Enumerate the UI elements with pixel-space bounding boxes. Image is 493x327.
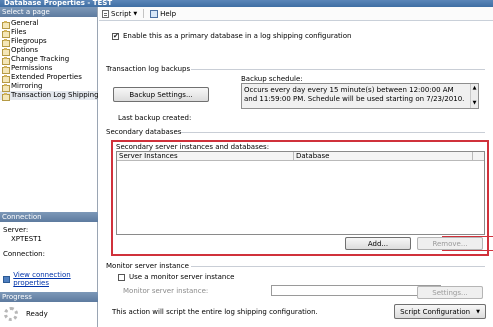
sidebar-item-transaction-log-shipping[interactable]: Transaction Log Shipping (0, 91, 99, 101)
remove-label: Remove... (432, 239, 468, 248)
sidebar-item-label: Files (11, 28, 27, 36)
sidebar-item-label: Transaction Log Shipping (11, 91, 99, 99)
monitor-field-label: Monitor server instance: (123, 287, 209, 295)
sidebar-item-change-tracking[interactable]: Change Tracking (0, 55, 97, 65)
scroll-down-icon[interactable]: ▼ (473, 99, 477, 108)
connection-properties-icon (3, 275, 11, 283)
page-icon (2, 38, 10, 47)
chevron-down-icon: ▼ (476, 308, 480, 315)
page-icon (2, 56, 10, 65)
column-header-database[interactable]: Database (294, 152, 473, 160)
backup-schedule-box: Occurs every day every 15 minute(s) betw… (241, 83, 479, 109)
schedule-scrollbar[interactable]: ▲ ▼ (470, 84, 478, 108)
enable-primary-row: Enable this as a primary database in a l… (112, 32, 351, 40)
transaction-log-backups-label: Transaction log backups (106, 65, 191, 73)
main-panel: Script ▼ Help Enable this as a primary d… (99, 7, 493, 327)
last-backup-label: Last backup created: (118, 114, 192, 122)
grid-header: Server Instances Database (117, 152, 484, 161)
sidebar-item-label: Extended Properties (11, 73, 82, 81)
sidebar-item-label: Filegroups (11, 37, 47, 45)
monitor-server-input[interactable] (271, 285, 441, 296)
sidebar-item-label: Change Tracking (11, 55, 70, 63)
column-header-extra (473, 152, 484, 160)
last-backup-row: Last backup created: (118, 114, 191, 122)
connection-info: Connection: (3, 250, 45, 258)
sidebar-item-label: Mirroring (11, 82, 43, 90)
sidebar-item-general[interactable]: General (0, 19, 97, 29)
page-icon (2, 20, 10, 29)
backup-settings-label: Backup Settings... (129, 90, 193, 99)
script-configuration-button[interactable]: Script Configuration ▼ (394, 304, 486, 319)
page-list: General Files Filegroups Options Change … (0, 19, 99, 101)
add-button[interactable]: Add... (345, 237, 411, 250)
page-icon (2, 83, 10, 92)
script-label: Script (111, 9, 132, 18)
column-header-server-instances[interactable]: Server Instances (117, 152, 294, 160)
monitor-settings-button[interactable]: Settings... (417, 286, 483, 299)
sidebar-item-mirroring[interactable]: Mirroring (0, 82, 97, 92)
help-icon (150, 9, 159, 18)
section-divider (181, 132, 485, 133)
secondary-grid[interactable]: Server Instances Database (116, 151, 485, 235)
progress-status: Ready (26, 310, 48, 318)
remove-button[interactable]: Remove... (417, 237, 483, 250)
backup-schedule-text: Occurs every day every 15 minute(s) betw… (244, 86, 465, 103)
progress-area: Ready (4, 307, 48, 321)
view-connection-properties-link[interactable]: View connection properties (3, 271, 97, 287)
server-value: XPTEST1 (11, 235, 42, 243)
monitor-settings-label: Settings... (432, 288, 468, 297)
connection-label: Connection: (3, 250, 45, 258)
enable-primary-label: Enable this as a primary database in a l… (123, 32, 352, 40)
connection-header: Connection (0, 212, 98, 222)
view-connection-properties-label: View connection properties (13, 271, 71, 287)
script-note: This action will script the entire log s… (112, 308, 318, 316)
sidebar-item-filegroups[interactable]: Filegroups (0, 37, 97, 47)
chevron-down-icon: ▼ (133, 10, 138, 17)
page-icon (2, 92, 10, 101)
help-label: Help (160, 9, 177, 18)
server-info: Server: XPTEST1 (3, 226, 42, 244)
page-icon (2, 47, 10, 56)
secondary-grid-label: Secondary server instances and databases… (116, 143, 270, 151)
server-label: Server: (3, 226, 29, 234)
toolbar: Script ▼ Help (99, 7, 493, 21)
script-icon (102, 9, 109, 18)
sidebar-item-options[interactable]: Options (0, 46, 97, 56)
enable-primary-checkbox[interactable] (112, 32, 119, 40)
progress-header: Progress (0, 292, 98, 302)
backup-settings-button[interactable]: Backup Settings... (113, 87, 209, 102)
progress-spinner-icon (4, 307, 18, 321)
scroll-up-icon[interactable]: ▲ (473, 84, 477, 93)
section-divider (191, 69, 485, 70)
use-monitor-checkbox[interactable] (118, 273, 125, 281)
help-button[interactable]: Help (150, 9, 177, 18)
page-icon (2, 65, 10, 74)
sidebar-item-label: General (11, 19, 39, 27)
use-monitor-row: Use a monitor server instance (118, 273, 234, 281)
script-button[interactable]: Script ▼ (102, 9, 138, 18)
sidebar-item-files[interactable]: Files (0, 28, 97, 38)
sidebar: Select a page General Files Filegroups O… (0, 7, 99, 327)
page-icon (2, 74, 10, 83)
add-label: Add... (367, 239, 389, 248)
sidebar-item-label: Permissions (11, 64, 53, 72)
window-title: Database Properties - TEST (0, 0, 493, 7)
select-page-header: Select a page (0, 7, 97, 17)
script-configuration-label: Script Configuration (400, 307, 471, 316)
sidebar-item-label: Options (11, 46, 39, 54)
section-divider (191, 266, 485, 267)
backup-schedule-label: Backup schedule: (241, 75, 303, 83)
page-icon (2, 29, 10, 38)
use-monitor-label: Use a monitor server instance (129, 273, 235, 281)
sidebar-item-extended-properties[interactable]: Extended Properties (0, 73, 97, 83)
secondary-databases-label: Secondary databases (106, 128, 182, 136)
toolbar-separator (143, 9, 145, 18)
monitor-server-section-label: Monitor server instance (106, 262, 189, 270)
sidebar-item-permissions[interactable]: Permissions (0, 64, 97, 74)
